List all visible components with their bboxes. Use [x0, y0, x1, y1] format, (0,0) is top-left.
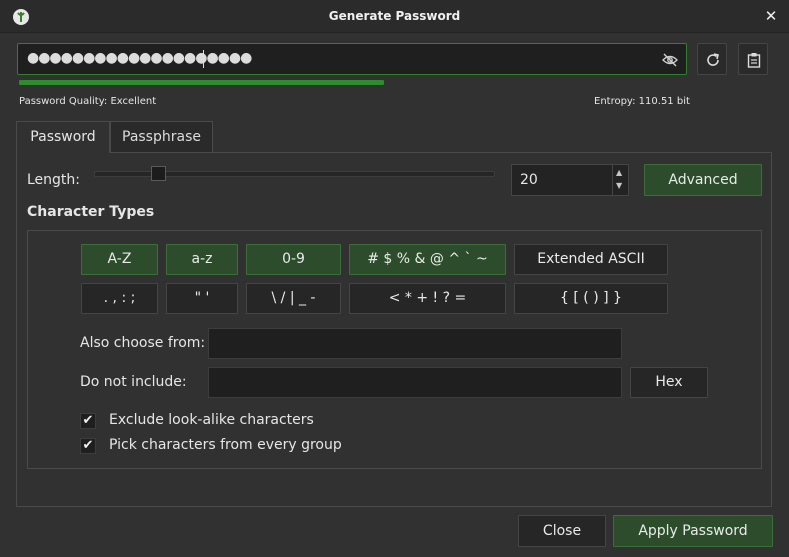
char-toggle-punctuation[interactable]: . , : ;: [81, 283, 158, 314]
exclude-lookalike-label: Exclude look-alike characters: [109, 412, 314, 428]
every-group-label: Pick characters from every group: [109, 437, 342, 453]
hex-button[interactable]: Hex: [630, 367, 708, 398]
spin-up-icon[interactable]: ▲: [616, 169, 622, 177]
entropy-label: Entropy: 110.51 bit: [594, 96, 690, 107]
password-value: ●●●●●●●●●●●●●●●●●●●●: [27, 50, 252, 66]
check-icon: ✔: [82, 438, 94, 453]
regenerate-button[interactable]: [697, 43, 727, 75]
password-quality-label: Password Quality: Excellent: [19, 96, 157, 107]
tab-password[interactable]: Password: [16, 121, 110, 153]
window-title: Generate Password: [328, 9, 461, 23]
password-field[interactable]: ●●●●●●●●●●●●●●●●●●●●: [17, 43, 687, 75]
char-toggle-quotes[interactable]: " ': [166, 283, 238, 314]
also-choose-input[interactable]: [208, 328, 622, 359]
length-label: Length:: [27, 172, 81, 188]
close-icon[interactable]: ✕: [763, 7, 779, 25]
clipboard-icon: [747, 53, 761, 68]
advanced-button[interactable]: Advanced: [644, 164, 762, 196]
do-not-include-input[interactable]: [208, 367, 622, 398]
every-group-checkbox[interactable]: ✔: [80, 438, 96, 454]
text-caret: [203, 50, 204, 68]
title-bar: Generate Password ✕: [0, 0, 789, 33]
apply-password-button[interactable]: Apply Password: [613, 515, 773, 547]
char-toggle-braces[interactable]: { [ ( ) ] }: [514, 283, 668, 314]
close-button[interactable]: Close: [518, 515, 606, 547]
check-icon: ✔: [82, 413, 94, 428]
length-slider-handle[interactable]: [151, 166, 166, 181]
char-toggle-upper[interactable]: A-Z: [81, 244, 158, 275]
length-spinbox[interactable]: 20 ▲ ▼: [511, 164, 629, 196]
exclude-lookalike-checkbox[interactable]: ✔: [80, 413, 96, 429]
tab-passphrase[interactable]: Passphrase: [110, 121, 213, 153]
length-value: 20: [520, 172, 538, 188]
char-toggle-digits[interactable]: 0-9: [246, 244, 341, 275]
do-not-include-label: Do not include:: [80, 374, 187, 390]
char-toggle-lower[interactable]: a-z: [166, 244, 238, 275]
regenerate-icon: [707, 53, 719, 66]
char-toggle-extended-ascii[interactable]: Extended ASCII: [514, 244, 668, 275]
spin-buttons: ▲ ▼: [612, 165, 628, 195]
char-toggle-dashes-slashes[interactable]: \ / | _ -: [246, 283, 341, 314]
character-types-title: Character Types: [27, 204, 155, 220]
password-quality-bar: [19, 80, 384, 85]
eye-off-icon[interactable]: [662, 52, 678, 67]
also-choose-label: Also choose from:: [80, 335, 206, 351]
spin-down-icon[interactable]: ▼: [616, 182, 622, 190]
copy-clipboard-button[interactable]: [738, 43, 768, 75]
char-toggle-math[interactable]: < * + ! ? =: [349, 283, 506, 314]
char-toggle-special[interactable]: # $ % & @ ^ ` ~: [349, 244, 506, 275]
